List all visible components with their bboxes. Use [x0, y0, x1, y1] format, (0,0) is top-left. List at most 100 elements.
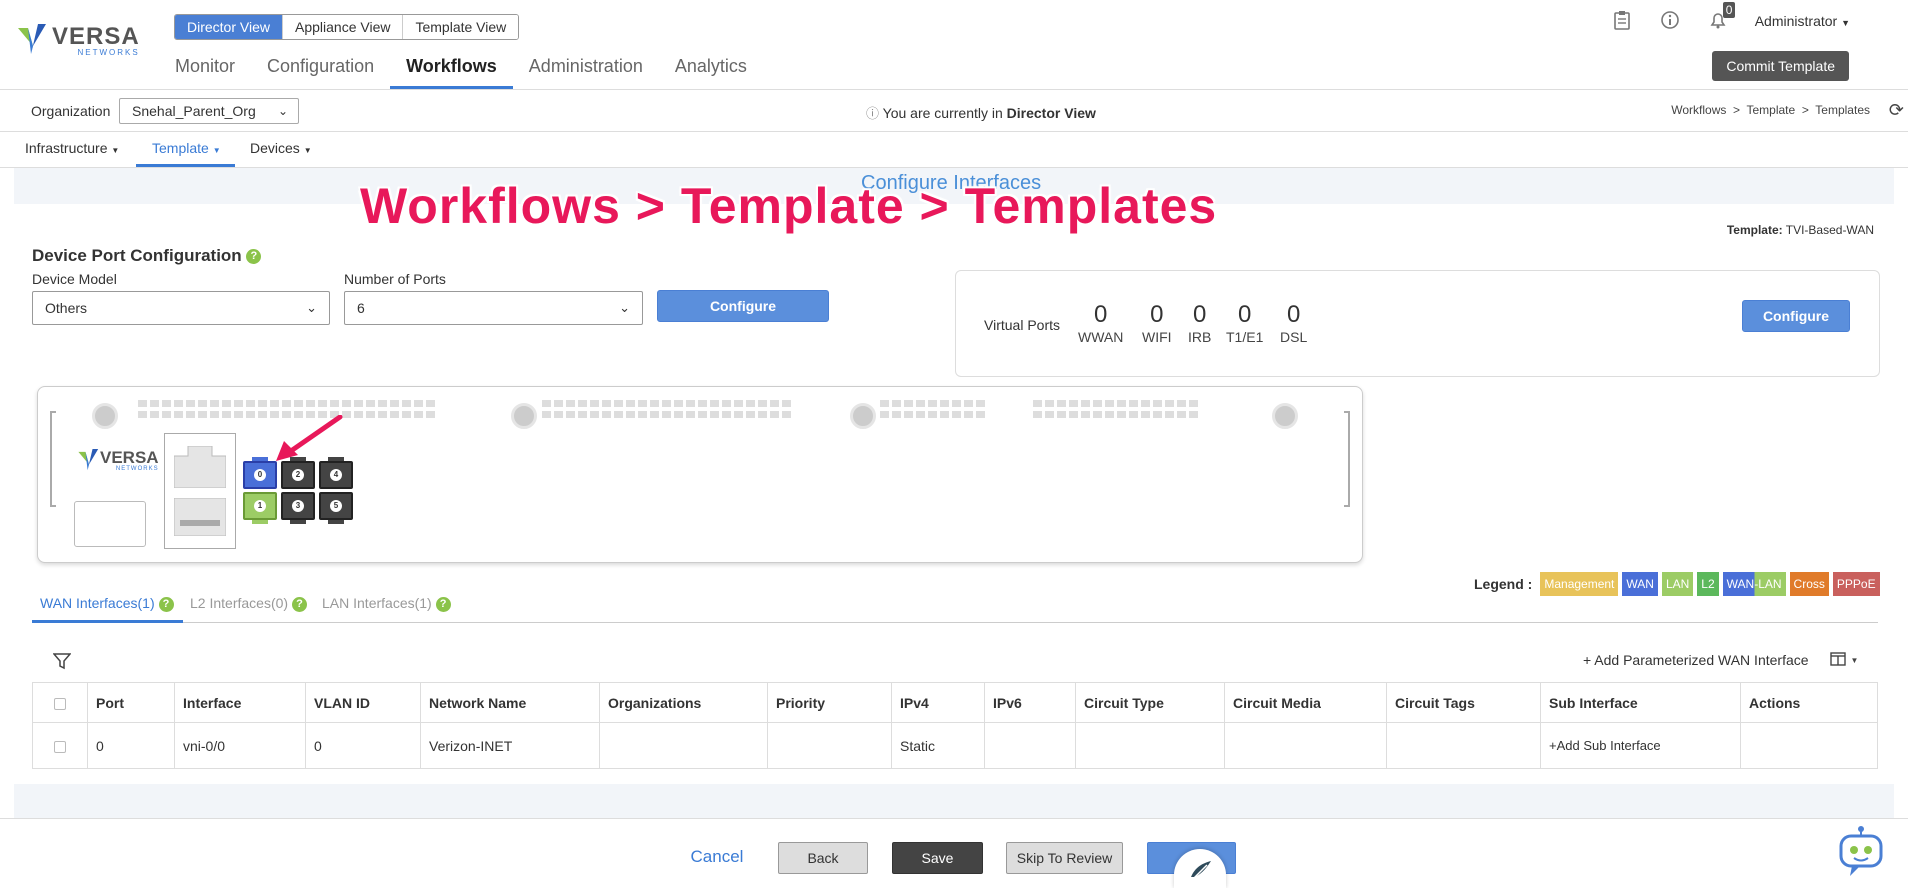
versa-logo-icon — [18, 24, 46, 54]
nav-configuration[interactable]: Configuration — [267, 56, 374, 83]
cell-circuit-type — [1075, 722, 1225, 769]
port-number: 3 — [292, 500, 304, 512]
vp-wifi-name: WIFI — [1142, 329, 1172, 345]
nav-workflows[interactable]: Workflows — [390, 56, 513, 89]
col-vlan-id[interactable]: VLAN ID — [305, 682, 421, 723]
col-circuit-media[interactable]: Circuit Media — [1224, 682, 1387, 723]
clipboard-icon[interactable] — [1611, 10, 1633, 32]
user-name: Administrator — [1754, 13, 1838, 29]
subnav-template-label: Template — [152, 140, 209, 156]
device-model-label: Device Model — [32, 271, 117, 287]
vent-row — [542, 411, 794, 418]
chevron-down-icon: ⌄ — [306, 300, 317, 315]
ports-label: Number of Ports — [344, 271, 446, 287]
logo-text: VERSA — [52, 22, 140, 50]
commit-template-button[interactable]: Commit Template — [1712, 51, 1849, 81]
select-all-checkbox[interactable] — [54, 697, 66, 710]
port-number: 2 — [292, 469, 304, 481]
device-logo: VERSA NETWORKS — [78, 449, 159, 473]
nav-analytics[interactable]: Analytics — [675, 56, 747, 83]
device-port-3[interactable]: 3 — [281, 492, 315, 524]
organization-select[interactable]: Snehal_Parent_Org ⌄ — [119, 98, 299, 124]
device-port-5[interactable]: 5 — [319, 492, 353, 524]
versa-logo[interactable]: VERSA NETWORKS — [18, 24, 140, 58]
col-port[interactable]: Port — [87, 682, 175, 723]
table-header-row: Port Interface VLAN ID Network Name Orga… — [32, 682, 1878, 723]
view-toggle: Director View Appliance View Template Vi… — [174, 14, 520, 40]
back-button[interactable]: Back — [778, 842, 868, 874]
chevron-down-icon: ⌄ — [277, 104, 288, 118]
user-menu[interactable]: Administrator ▼ — [1755, 13, 1850, 29]
filter-icon[interactable] — [53, 652, 71, 670]
template-view-button[interactable]: Template View — [403, 15, 519, 39]
tab-lan-interfaces[interactable]: LAN Interfaces(1) ? — [322, 595, 451, 612]
top-header: VERSA NETWORKS Director View Appliance V… — [0, 0, 1908, 90]
leaf-logo-icon — [1191, 861, 1211, 880]
save-button[interactable]: Save — [892, 842, 983, 874]
column-chooser-icon[interactable]: ▼ — [1830, 650, 1858, 668]
row-select-cell — [32, 722, 88, 769]
console-port-icon — [174, 446, 226, 488]
refresh-icon[interactable]: ⟳ — [1889, 100, 1904, 121]
director-view-button[interactable]: Director View — [175, 15, 283, 39]
table-row[interactable]: 0 vni-0/0 0 Verizon-INET Static +Add Sub… — [32, 722, 1878, 769]
vp-wifi-count: 0 — [1150, 301, 1164, 328]
add-sub-interface-link[interactable]: +Add Sub Interface — [1540, 722, 1741, 769]
organization-value: Snehal_Parent_Org — [132, 103, 256, 119]
chatbot-icon[interactable] — [1836, 826, 1886, 880]
cell-network-name: Verizon-INET — [420, 722, 600, 769]
help-icon[interactable]: ? — [246, 249, 262, 265]
tab-wan-label: WAN Interfaces(1) — [40, 595, 155, 611]
ports-select[interactable]: 6 ⌄ — [344, 291, 643, 325]
cancel-button[interactable]: Cancel — [684, 842, 750, 874]
col-circuit-type[interactable]: Circuit Type — [1075, 682, 1225, 723]
bell-icon[interactable]: 0 — [1707, 2, 1736, 32]
col-ipv4[interactable]: IPv4 — [891, 682, 985, 723]
col-priority[interactable]: Priority — [767, 682, 892, 723]
info-icon[interactable] — [1659, 10, 1681, 32]
wan-interfaces-table: Port Interface VLAN ID Network Name Orga… — [32, 682, 1878, 769]
vp-irb: 0 IRB — [1188, 301, 1211, 345]
vp-wwan-name: WWAN — [1078, 329, 1124, 345]
vent-row — [138, 400, 438, 407]
vp-dsl-name: DSL — [1280, 329, 1308, 345]
subnav-infrastructure[interactable]: Infrastructure ▼ — [25, 140, 119, 156]
subnav-active-underline — [136, 164, 235, 167]
row-checkbox[interactable] — [54, 740, 66, 753]
device-model-select[interactable]: Others ⌄ — [32, 291, 330, 325]
overlay-caption: Workflows > Template > Templates — [360, 178, 1218, 234]
cell-organizations — [599, 722, 768, 769]
col-circuit-tags[interactable]: Circuit Tags — [1386, 682, 1541, 723]
footer-bar: Cancel Back Save Skip To Review — [0, 818, 1908, 888]
nav-administration[interactable]: Administration — [529, 56, 643, 83]
help-icon: ? — [158, 596, 174, 612]
tab-wan-interfaces[interactable]: WAN Interfaces(1) ? — [40, 595, 174, 612]
tab-l2-interfaces[interactable]: L2 Interfaces(0) ? — [190, 595, 307, 612]
vp-wwan-count: 0 — [1094, 301, 1108, 328]
appliance-view-button[interactable]: Appliance View — [283, 15, 404, 39]
cell-interface-link[interactable]: vni-0/0 — [174, 722, 306, 769]
virtual-ports-panel: Virtual Ports 0 WWAN 0 WIFI 0 IRB 0 T1/E… — [955, 270, 1880, 377]
breadcrumb: Workflows > Template > Templates — [1671, 103, 1870, 117]
device-port-config-label: Device Port Configuration — [32, 246, 242, 265]
subnav-devices-label: Devices — [250, 140, 300, 156]
vp-dsl-count: 0 — [1286, 301, 1301, 328]
subnav-template[interactable]: Template ▼ — [152, 140, 221, 156]
skip-to-review-button[interactable]: Skip To Review — [1006, 842, 1123, 874]
configure-virtual-ports-button[interactable]: Configure — [1742, 300, 1850, 332]
vp-t1e1-name: T1/E1 — [1226, 329, 1264, 345]
add-parameterized-wan-button[interactable]: + Add Parameterized WAN Interface — [1583, 652, 1809, 668]
col-interface[interactable]: Interface — [174, 682, 306, 723]
col-ipv6[interactable]: IPv6 — [984, 682, 1076, 723]
device-port-0[interactable]: 0 — [243, 457, 277, 489]
nav-monitor[interactable]: Monitor — [175, 56, 235, 83]
col-sub-interface[interactable]: Sub Interface — [1540, 682, 1741, 723]
col-network-name[interactable]: Network Name — [420, 682, 600, 723]
org-bar: Organization Snehal_Parent_Org ⌄ ⓘ You a… — [0, 90, 1908, 132]
subnav-devices[interactable]: Devices ▼ — [250, 140, 312, 156]
configure-ports-button[interactable]: Configure — [657, 290, 829, 322]
console-usb-block — [164, 433, 236, 549]
col-organizations[interactable]: Organizations — [599, 682, 768, 723]
device-port-1[interactable]: 1 — [243, 492, 277, 524]
vp-irb-count: 0 — [1192, 301, 1207, 328]
